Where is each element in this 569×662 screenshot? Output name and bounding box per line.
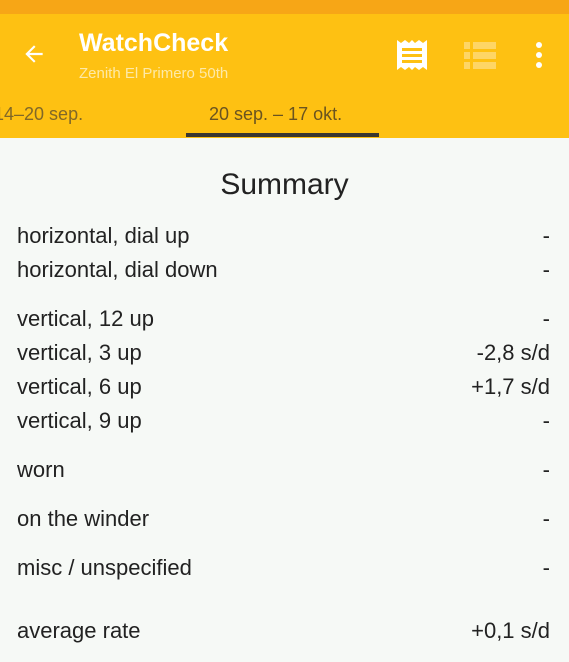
status-bar bbox=[0, 0, 569, 14]
rate-value: - bbox=[542, 506, 550, 531]
app-title: WatchCheck bbox=[79, 29, 229, 57]
receipt-log-icon bbox=[397, 40, 427, 70]
average-rate-label: average rate bbox=[17, 618, 141, 643]
selected-tab-indicator bbox=[186, 133, 379, 137]
summary-title: Summary bbox=[220, 168, 349, 201]
summary-row: worn - bbox=[17, 455, 550, 485]
position-label: horizontal, dial up bbox=[17, 223, 190, 248]
list-view-icon bbox=[464, 42, 496, 69]
average-rate-value: +0,1 s/d bbox=[471, 618, 550, 643]
rate-value: +1,7 s/d bbox=[471, 374, 550, 399]
position-label: vertical, 12 up bbox=[17, 306, 154, 331]
rate-value: - bbox=[542, 408, 550, 433]
summary-row: vertical, 9 up - bbox=[17, 406, 550, 436]
rate-value: - bbox=[542, 555, 550, 580]
summary-row: misc / unspecified - bbox=[17, 553, 550, 583]
more-vert-icon bbox=[536, 42, 542, 68]
watch-name-subtitle: Zenith El Primero 50th bbox=[79, 65, 229, 82]
rate-value: - bbox=[542, 306, 550, 331]
summary-row: horizontal, dial down - bbox=[17, 255, 550, 285]
position-label: vertical, 3 up bbox=[17, 340, 142, 365]
rate-value: -2,8 s/d bbox=[476, 340, 550, 365]
summary-row: horizontal, dial up - bbox=[17, 221, 550, 251]
average-rate-row: average rate +0,1 s/d bbox=[17, 616, 550, 646]
overflow-menu-button[interactable] bbox=[518, 34, 560, 76]
summary-row: vertical, 12 up - bbox=[17, 304, 550, 334]
arrow-back-icon bbox=[25, 45, 43, 63]
position-label: horizontal, dial down bbox=[17, 257, 218, 282]
rate-value: - bbox=[542, 257, 550, 282]
list-view-button[interactable] bbox=[459, 34, 501, 76]
period-tabs: 14–20 sep. 20 sep. – 17 okt. bbox=[0, 94, 569, 138]
rate-value: - bbox=[542, 457, 550, 482]
summary-row: on the winder - bbox=[17, 504, 550, 534]
summary-row: vertical, 6 up +1,7 s/d bbox=[17, 372, 550, 402]
summary-row: vertical, 3 up -2,8 s/d bbox=[17, 338, 550, 368]
position-label: vertical, 9 up bbox=[17, 408, 142, 433]
back-button[interactable] bbox=[16, 36, 52, 72]
app-bar: WatchCheck Zenith El Primero 50th bbox=[0, 14, 569, 94]
position-label: on the winder bbox=[17, 506, 150, 531]
log-view-button[interactable] bbox=[391, 34, 433, 76]
position-label: misc / unspecified bbox=[17, 555, 192, 580]
tab-current-period[interactable]: 20 sep. – 17 okt. bbox=[209, 104, 342, 125]
tab-previous-period[interactable]: 14–20 sep. bbox=[0, 104, 83, 125]
rate-value: - bbox=[542, 223, 550, 248]
position-label: vertical, 6 up bbox=[17, 374, 142, 399]
position-label: worn bbox=[17, 457, 65, 482]
